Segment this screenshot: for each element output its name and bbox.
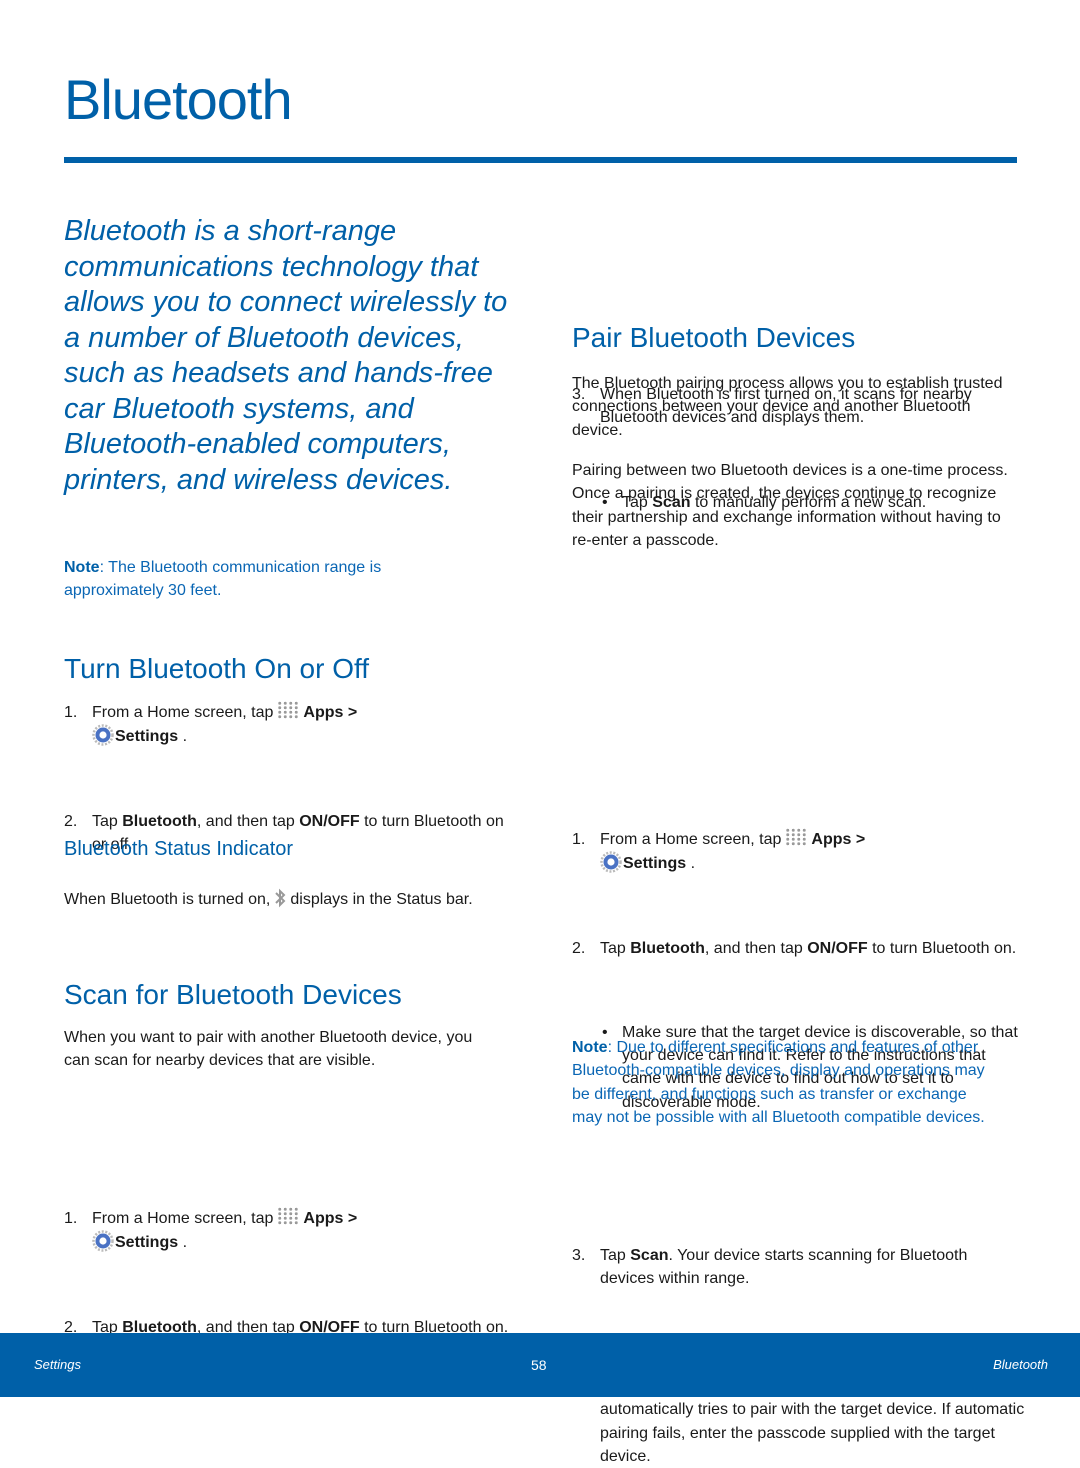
step-number: 1. (572, 830, 586, 848)
status-indicator-text: When Bluetooth is turned on, displays in … (64, 888, 484, 911)
step-number: 2. (572, 939, 586, 957)
heading-turn-on-off: Turn Bluetooth On or Off (64, 653, 370, 684)
pair-step-3: 3. Tap Scan. Your device starts scanning… (572, 1244, 1020, 1291)
range-note: Note: The Bluetooth communication range … (64, 556, 464, 603)
step-number: 3. (572, 1247, 586, 1265)
pair-paragraph-1: The Bluetooth pairing process allows you… (572, 375, 1003, 439)
bluetooth-icon (275, 888, 286, 908)
apps-label: Apps > (303, 1210, 358, 1228)
status-text-a: When Bluetooth is turned on, (64, 891, 271, 908)
pair-step-1: 1. From a Home screen, tap Apps > Setting… (572, 827, 1030, 876)
bold-term: Bluetooth (122, 812, 197, 830)
scan-step-1: 1. From a Home screen, tap Apps > Setting… (64, 1207, 512, 1255)
step-number: 1. (64, 704, 78, 721)
step-end: . (178, 728, 188, 746)
step-text: Tap (600, 939, 631, 957)
settings-label: Settings (623, 855, 687, 873)
step-text: , and then tap (196, 812, 300, 830)
step-number: 2. (64, 812, 78, 830)
heading-status-indicator: Bluetooth Status Indicator (64, 838, 294, 860)
settings-gear-icon (92, 1230, 114, 1253)
pair-paragraph-2: Pairing between two Bluetooth devices is… (572, 462, 1008, 549)
step-end: . (686, 855, 696, 873)
heading-pair: Pair Bluetooth Devices (572, 322, 856, 353)
title-divider (64, 157, 1017, 163)
step-text: From a Home screen, tap (92, 1210, 274, 1228)
note-label: Note (64, 559, 100, 576)
apps-grid-icon (277, 701, 300, 719)
turn-step-1: 1. From a Home screen, tap Apps > Setting… (64, 701, 512, 749)
bold-term: ON/OFF (299, 812, 360, 830)
step-text: to turn Bluetooth on. (867, 939, 1017, 957)
note-label: Note (572, 1039, 608, 1056)
step-text: From a Home screen, tap (600, 830, 782, 848)
intro-text: Bluetooth is a short-range communication… (64, 215, 508, 496)
note-text: : The Bluetooth communication range is a… (64, 559, 382, 600)
bold-term: Bluetooth (630, 939, 705, 957)
page-footer: Settings 58 Bluetooth (0, 1333, 1080, 1397)
status-text-b: displays in the Status bar. (290, 891, 473, 908)
compatibility-note: Note: Due to different specifications an… (572, 1036, 992, 1129)
step-text: From a Home screen, tap (92, 704, 274, 721)
pair-step-2: 2. Tap Bluetooth, and then tap ON/OFF to… (572, 937, 1020, 960)
bold-term: Scan (630, 1247, 669, 1265)
bold-term: ON/OFF (807, 939, 868, 957)
apps-label: Apps > (303, 704, 358, 721)
settings-gear-icon (600, 851, 622, 874)
step-number: 1. (64, 1210, 78, 1228)
settings-label: Settings (115, 1234, 179, 1252)
apps-grid-icon (277, 1207, 300, 1226)
settings-label: Settings (115, 728, 179, 746)
page-number: 58 (531, 1357, 547, 1373)
settings-gear-icon (92, 724, 114, 747)
step-text: Tap (92, 812, 123, 830)
apps-label: Apps > (811, 830, 866, 848)
heading-scan: Scan for Bluetooth Devices (64, 979, 402, 1010)
footer-section-right: Bluetooth (993, 1357, 1048, 1372)
scan-intro: When you want to pair with another Bluet… (64, 1029, 473, 1070)
page-title: Bluetooth (64, 68, 293, 131)
apps-grid-icon (785, 827, 808, 846)
step-text: , and then tap (704, 939, 808, 957)
footer-section-left: Settings (34, 1357, 81, 1372)
step-text: Tap (600, 1247, 631, 1265)
step-end: . (178, 1234, 188, 1252)
note-text: : Due to different specifications and fe… (572, 1039, 985, 1126)
